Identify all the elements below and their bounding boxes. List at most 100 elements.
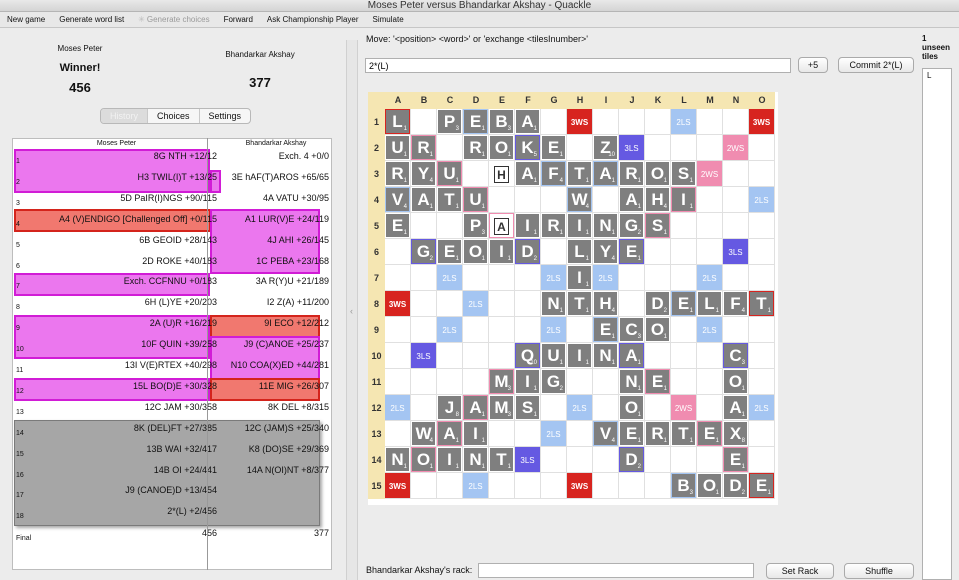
board-square[interactable] (723, 161, 749, 187)
board-square[interactable]: 3WS (385, 473, 411, 499)
board-square[interactable]: O1 (489, 135, 515, 161)
board-square[interactable] (411, 265, 437, 291)
board-square[interactable] (749, 447, 775, 473)
board-square[interactable]: 2LS (749, 187, 775, 213)
board-square[interactable] (515, 187, 541, 213)
board-square[interactable]: 2LS (567, 395, 593, 421)
history-row[interactable]: 17 J9 (CANOE)D +13/454 (13, 483, 331, 504)
set-rack-button[interactable]: Set Rack (766, 563, 834, 579)
board-square[interactable]: E1 (619, 421, 645, 447)
board-square[interactable] (437, 343, 463, 369)
board-square[interactable] (411, 213, 437, 239)
board-square[interactable] (645, 447, 671, 473)
board-square[interactable] (645, 265, 671, 291)
board-square[interactable]: A1 (437, 421, 463, 447)
history-row[interactable]: Final 456 377 (13, 526, 331, 550)
board-square[interactable]: C3 (723, 343, 749, 369)
board-square[interactable] (697, 369, 723, 395)
board-square[interactable]: U1 (385, 135, 411, 161)
board-square[interactable] (723, 187, 749, 213)
board-square[interactable]: 3LS (515, 447, 541, 473)
board-square[interactable]: L1 (385, 109, 411, 135)
board-square[interactable]: 2WS (671, 395, 697, 421)
ask-championship-player-button[interactable]: Ask Championship Player (260, 15, 366, 24)
board-square[interactable] (437, 473, 463, 499)
board-square[interactable] (593, 447, 619, 473)
board-square[interactable] (723, 317, 749, 343)
board-square[interactable] (593, 395, 619, 421)
scrabble-board[interactable]: A B C D E F G H I J K L M N O 1 2 3 4 5 6 7 8 9 10 11 12 13 14 15 L 1 P 3… (368, 92, 778, 505)
board-square[interactable]: 2LS (671, 109, 697, 135)
board-square[interactable] (489, 265, 515, 291)
board-square[interactable]: R1 (541, 213, 567, 239)
board-square[interactable] (411, 109, 437, 135)
board-square[interactable] (697, 239, 723, 265)
board-square[interactable]: L1 (697, 291, 723, 317)
board-square[interactable] (671, 447, 697, 473)
commit-button[interactable]: Commit 2*(L) (838, 57, 914, 73)
board-square[interactable] (645, 343, 671, 369)
board-square[interactable]: H4 (645, 187, 671, 213)
board-square[interactable]: I1 (463, 421, 489, 447)
board-square[interactable]: E1 (697, 421, 723, 447)
board-square[interactable] (437, 135, 463, 161)
board-square[interactable] (697, 447, 723, 473)
board-square[interactable] (749, 161, 775, 187)
board-square[interactable]: E1 (749, 473, 775, 499)
board-square[interactable] (749, 317, 775, 343)
board-square[interactable]: G2 (411, 239, 437, 265)
board-square[interactable] (671, 317, 697, 343)
board-square[interactable]: A1 (463, 395, 489, 421)
board-square[interactable]: I1 (567, 343, 593, 369)
board-square[interactable]: E1 (671, 291, 697, 317)
board-square[interactable] (567, 447, 593, 473)
tab-choices[interactable]: Choices (148, 109, 200, 123)
board-square[interactable] (749, 343, 775, 369)
board-square[interactable] (541, 473, 567, 499)
board-square[interactable] (619, 109, 645, 135)
board-square[interactable]: T1 (489, 447, 515, 473)
history-row[interactable]: 16 14B OI +24/441 14A N(OI)NT +8/377 (13, 463, 331, 484)
board-square[interactable]: U1 (541, 343, 567, 369)
board-square[interactable]: D2 (645, 291, 671, 317)
simulate-button[interactable]: Simulate (366, 15, 411, 24)
board-square[interactable] (593, 369, 619, 395)
board-square[interactable]: T1 (671, 421, 697, 447)
board-square[interactable]: G2 (541, 369, 567, 395)
board-square[interactable]: A1 (411, 187, 437, 213)
board-square[interactable] (437, 213, 463, 239)
board-square[interactable]: E1 (645, 369, 671, 395)
board-square[interactable] (411, 395, 437, 421)
board-square[interactable] (697, 135, 723, 161)
board-square[interactable] (463, 317, 489, 343)
board-square[interactable] (749, 135, 775, 161)
tab-history[interactable]: History (101, 109, 149, 123)
board-square[interactable]: I1 (489, 239, 515, 265)
forward-button[interactable]: Forward (217, 15, 260, 24)
board-square[interactable] (489, 291, 515, 317)
board-square[interactable] (671, 343, 697, 369)
board-square[interactable] (697, 213, 723, 239)
board-square[interactable]: D2 (619, 447, 645, 473)
history-row[interactable]: 15 13B WAI +32/417 K8 (DO)SE +29/369 (13, 442, 331, 463)
board-square[interactable] (541, 239, 567, 265)
board-square[interactable] (437, 369, 463, 395)
board-square[interactable]: 2LS (437, 317, 463, 343)
pane-splitter[interactable]: ‹ (346, 40, 358, 580)
board-square[interactable] (619, 291, 645, 317)
board-square[interactable]: I1 (515, 369, 541, 395)
board-square[interactable] (749, 213, 775, 239)
history-row[interactable]: 5 6B GEOID +28/143 4J AHI +26/145 (13, 233, 331, 254)
board-square[interactable] (489, 421, 515, 447)
board-square[interactable] (749, 369, 775, 395)
board-square[interactable]: R1 (385, 161, 411, 187)
board-square[interactable] (593, 109, 619, 135)
board-square[interactable] (489, 343, 515, 369)
board-square[interactable]: M3 (489, 369, 515, 395)
board-square[interactable]: N1 (593, 213, 619, 239)
board-square[interactable]: G2 (619, 213, 645, 239)
board-square[interactable] (567, 135, 593, 161)
board-square[interactable]: 2LS (593, 265, 619, 291)
board-square[interactable] (645, 135, 671, 161)
board-square[interactable] (593, 473, 619, 499)
